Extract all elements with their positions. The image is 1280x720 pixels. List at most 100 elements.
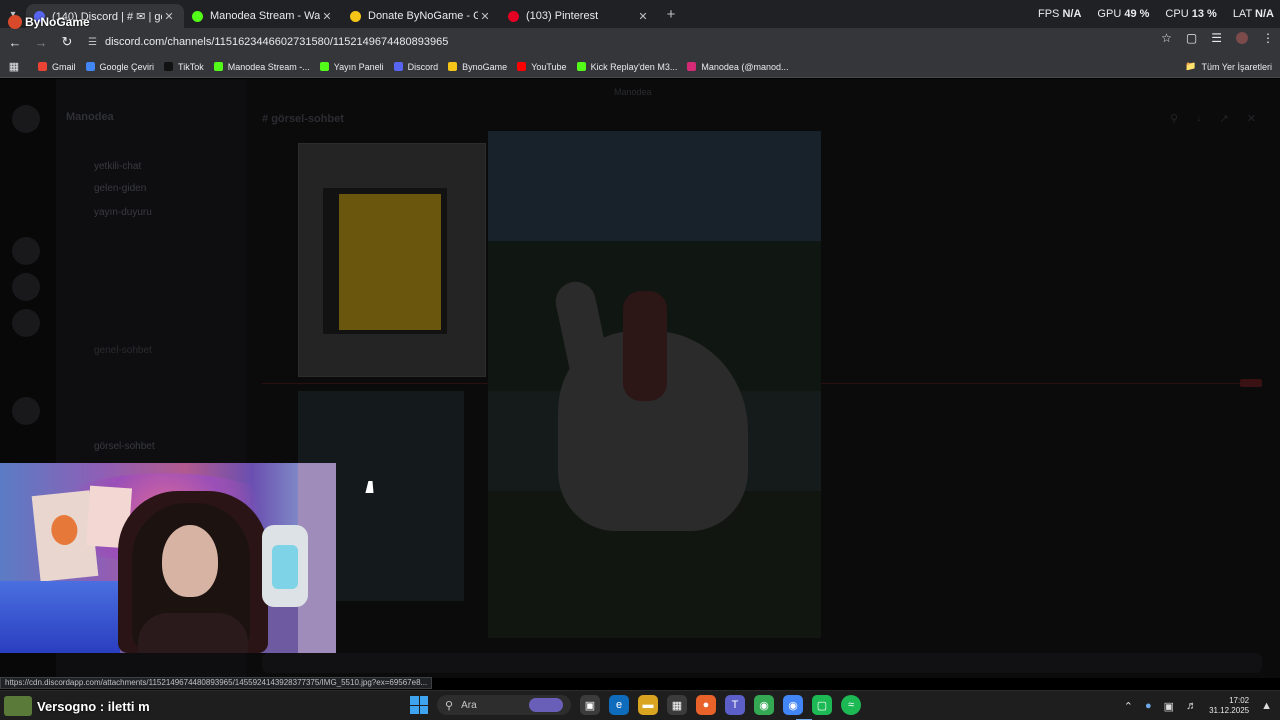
bookmark-item[interactable]: Gmail — [38, 62, 76, 72]
close-icon[interactable]: ✕ — [1247, 112, 1256, 125]
streamer-body — [138, 613, 248, 653]
tab-favicon-icon — [192, 10, 203, 22]
tab-title: Manodea Stream - Watch Live o — [210, 10, 320, 22]
media-controls-icon[interactable]: ☰ — [1211, 31, 1222, 45]
microphone-icon[interactable]: ● — [1145, 700, 1152, 712]
channel-item[interactable]: yetkili-chat — [94, 161, 141, 172]
tab-close-icon[interactable]: ✕ — [162, 10, 176, 23]
lightbox-toolbar: ⚲ ↓ ↗ ✕ — [1170, 112, 1256, 125]
task-view-icon[interactable]: ▣ — [580, 695, 600, 715]
browser-tab-strip: ▾ (140) Discord | # ✉ | görsel-soh✕Manod… — [0, 0, 1280, 28]
zoom-icon[interactable]: ⚲ — [1170, 112, 1178, 125]
chrome-icon[interactable]: ◉ — [754, 695, 774, 715]
search-icon: ⚲ — [445, 699, 454, 712]
clock[interactable]: 17:02 31.12.2025 — [1209, 696, 1249, 716]
notification-bell-icon[interactable]: ▲ — [1261, 700, 1272, 712]
file-explorer-icon[interactable]: ▬ — [638, 695, 658, 715]
extensions-puzzle-icon[interactable]: ▢ — [1186, 31, 1197, 45]
tab-title: (103) Pinterest — [526, 10, 599, 22]
tray-chevron-icon[interactable]: ⌃ — [1124, 700, 1133, 713]
top-user-label: Manodea — [614, 87, 652, 97]
channel-item[interactable]: görsel-sohbet — [94, 441, 155, 452]
image-lightbox-horse[interactable] — [488, 131, 821, 638]
bynogame-logo-icon — [8, 15, 22, 29]
teams-icon[interactable]: T — [725, 695, 745, 715]
bookmark-label: Kick Replay'den M3... — [590, 61, 678, 72]
edge-icon[interactable]: e — [609, 695, 629, 715]
forward-arrow-icon[interactable]: → — [30, 31, 52, 53]
all-bookmarks-label: Tüm Yer İşaretleri — [1201, 61, 1272, 72]
channel-item[interactable]: gelen-giden — [94, 183, 146, 194]
bookmark-label: Gmail — [52, 61, 76, 72]
new-tab-plus-icon[interactable]: + — [658, 6, 684, 23]
site-info-icon[interactable]: ☰ — [88, 37, 97, 48]
folder-icon: 📁 — [1185, 61, 1197, 71]
app-green-icon[interactable]: ▢ — [812, 695, 832, 715]
windows-start-icon[interactable] — [410, 696, 428, 714]
network-icon[interactable]: ▣ — [1164, 700, 1174, 713]
weather-badge-icon — [4, 696, 32, 716]
download-icon[interactable]: ↓ — [1196, 112, 1202, 125]
bookmark-item[interactable]: Manodea Stream -... — [213, 61, 310, 72]
browser-tab[interactable]: Donate ByNoGame - Gelen/Gid✕ — [342, 4, 500, 28]
clock-date: 31.12.2025 — [1209, 706, 1250, 715]
bookmark-item[interactable]: BynoGame — [448, 62, 507, 72]
chrome-profile-icon[interactable]: ◉ — [783, 695, 803, 715]
browser-tab[interactable]: Manodea Stream - Watch Live o✕ — [184, 4, 342, 28]
server-icon[interactable] — [12, 237, 40, 265]
tab-close-icon[interactable]: ✕ — [478, 10, 492, 23]
server-icon[interactable] — [12, 309, 40, 337]
server-name[interactable]: Manodea — [66, 111, 114, 123]
bookmark-favicon-icon — [85, 62, 95, 71]
taskbar-apps: ⚲ Ara ▣ e ▬ ▦ ● T ◉ ◉ ▢ ≈ — [410, 695, 861, 715]
channel-item[interactable]: yayın-duyuru — [94, 207, 152, 218]
reload-icon[interactable]: ↻ — [56, 31, 78, 53]
bookmark-label: Manodea Stream -... — [227, 61, 310, 72]
gpu-readout: GPU 49 % — [1097, 8, 1150, 20]
profile-avatar[interactable] — [1236, 32, 1248, 44]
server-icon[interactable] — [12, 105, 40, 133]
store-icon[interactable]: ▦ — [667, 695, 687, 715]
all-bookmarks-button[interactable]: 📁 Tüm Yer İşaretleri — [1185, 61, 1272, 72]
chat-channel-title: # görsel-sohbet — [262, 113, 344, 125]
screen: ▾ (140) Discord | # ✉ | görsel-soh✕Manod… — [0, 0, 1280, 720]
cpu-readout: CPU 13 % — [1165, 8, 1217, 20]
bookmark-star-icon[interactable]: ☆ — [1161, 31, 1172, 45]
omnibox[interactable]: ☰ discord.com/channels/11516234466027315… — [88, 31, 1128, 53]
tab-favicon-icon — [508, 10, 519, 22]
bookmark-label: Manodea (@manod... — [701, 61, 789, 72]
bookmark-item[interactable]: Manodea (@manod... — [687, 61, 789, 72]
bookmark-item[interactable]: YouTube — [517, 62, 567, 72]
tab-close-icon[interactable]: ✕ — [636, 10, 650, 23]
kebab-menu-icon[interactable]: ⋮ — [1262, 31, 1274, 45]
toolbar-actions: ☆ ▢ ☰ ⋮ — [1161, 31, 1274, 45]
share-icon[interactable]: ↗ — [1220, 112, 1229, 125]
browser-tab[interactable]: (103) Pinterest ✕ — [500, 4, 658, 28]
koi-fish — [49, 513, 79, 547]
apps-grid-icon[interactable]: ▦ — [0, 60, 28, 73]
windows-taskbar: ⚲ Ara ▣ e ▬ ▦ ● T ◉ ◉ ▢ ≈ ⌃ ● ▣ ♬ 17:02 … — [0, 690, 1280, 720]
tab-close-icon[interactable]: ✕ — [320, 10, 334, 23]
spotify-icon[interactable]: ≈ — [841, 695, 861, 715]
bookmarks-bar: ▦ Gmail Google Çeviri TikTok Manodea Stream… — [0, 56, 1280, 78]
image-attachment-1[interactable] — [298, 143, 486, 377]
search-highlight-icon — [529, 698, 563, 712]
url-text[interactable]: discord.com/channels/1151623446602731580… — [105, 36, 448, 48]
address-bar-row: ← → ↻ ☰ discord.com/channels/11516234466… — [0, 28, 1280, 56]
server-icon[interactable] — [12, 273, 40, 301]
firefox-icon[interactable]: ● — [696, 695, 716, 715]
volume-icon[interactable]: ♬ — [1186, 700, 1197, 712]
chat-overlay: Versogno : iletti m — [4, 696, 150, 716]
message-input[interactable] — [262, 653, 1262, 673]
bookmark-item[interactable]: Kick Replay'den M3... — [576, 61, 678, 72]
rider — [623, 291, 667, 401]
bookmark-item[interactable]: Discord — [393, 62, 438, 72]
bookmark-item[interactable]: Google Çeviri — [85, 62, 154, 72]
channel-item[interactable]: genel-sohbet — [94, 345, 152, 356]
server-icon[interactable] — [12, 397, 40, 425]
bookmark-favicon-icon — [38, 62, 47, 71]
taskbar-search[interactable]: ⚲ Ara — [437, 695, 571, 715]
back-arrow-icon[interactable]: ← — [4, 31, 26, 53]
bookmark-item[interactable]: Yayın Paneli — [319, 62, 384, 72]
bookmark-item[interactable]: TikTok — [164, 62, 204, 72]
